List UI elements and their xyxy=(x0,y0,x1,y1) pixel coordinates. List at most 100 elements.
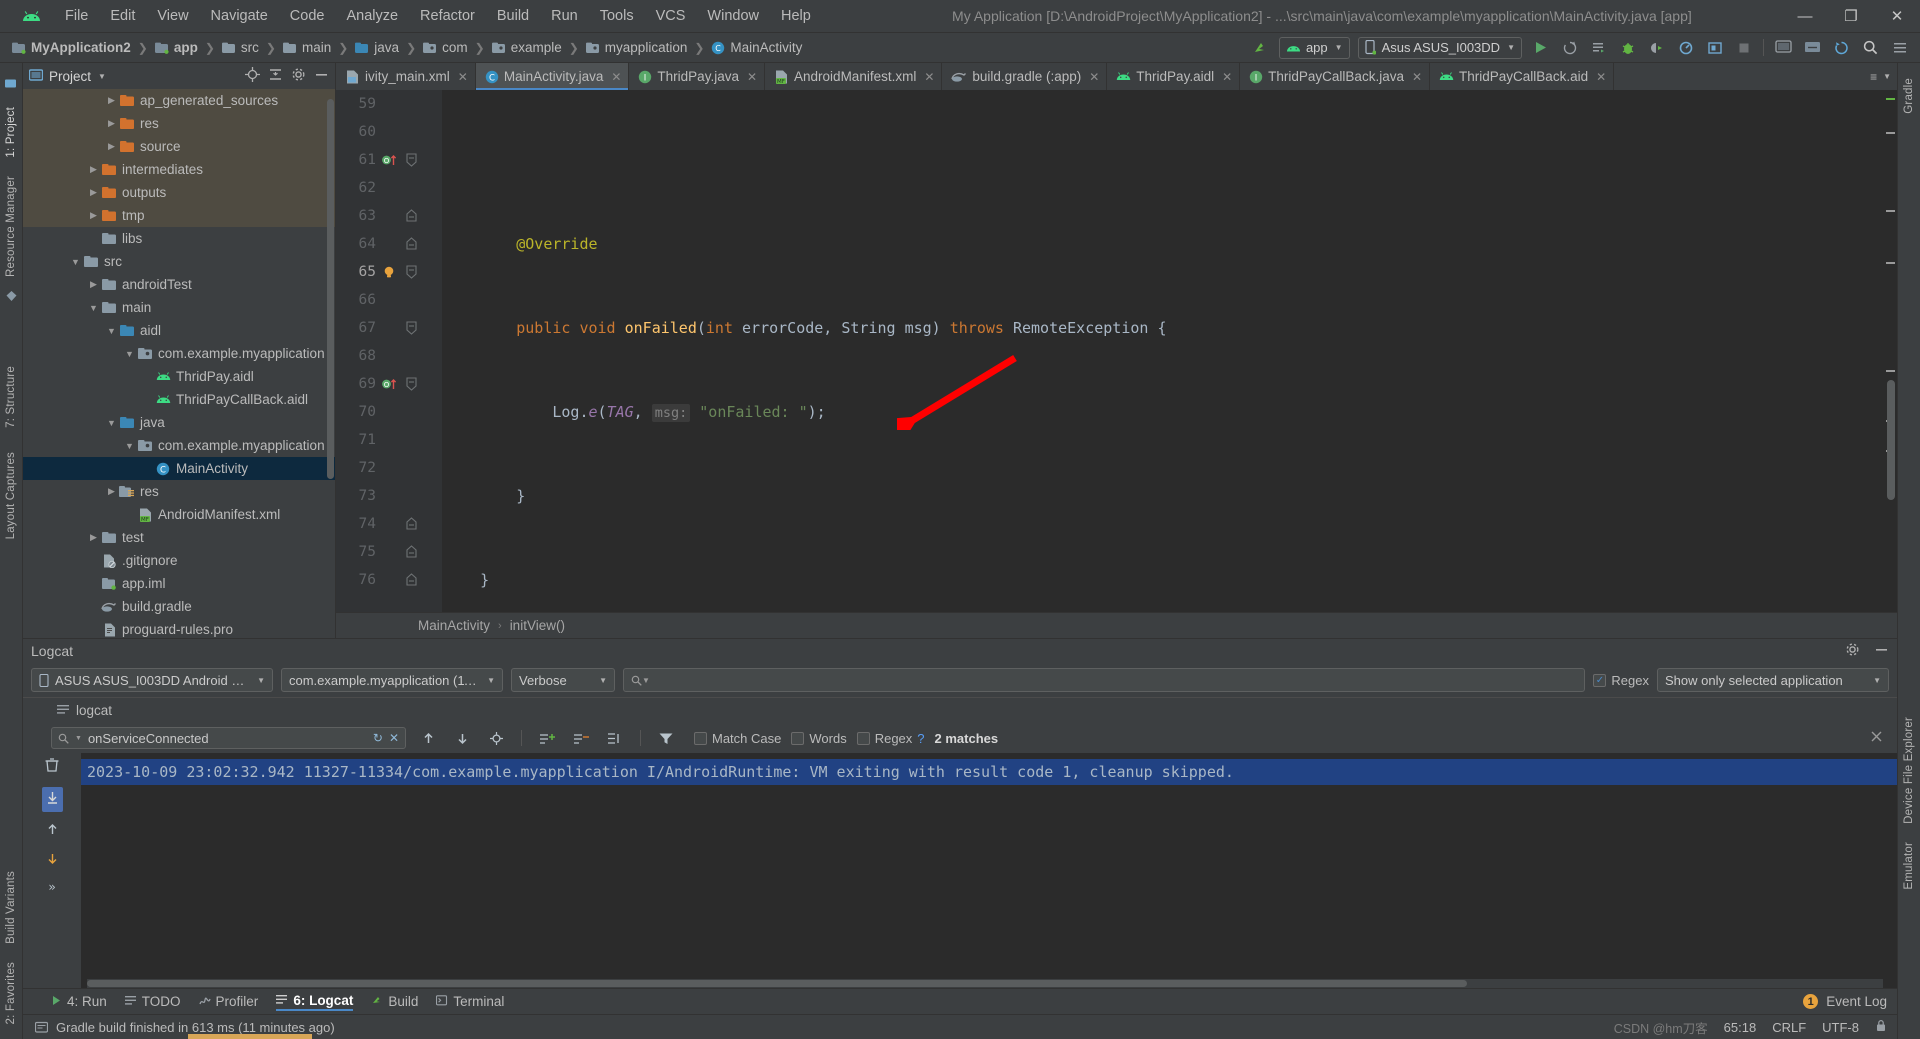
menu-vcs[interactable]: VCS xyxy=(645,5,697,27)
breadcrumb-item-mainactivity[interactable]: C MainActivity xyxy=(711,40,802,55)
tree-row-com-example-myapplication[interactable]: ▼ com.example.myapplication xyxy=(23,434,335,457)
chevron-down-icon[interactable]: ▼ xyxy=(1883,72,1891,81)
rail-tab-resource-manager[interactable]: Resource Manager xyxy=(5,176,17,277)
minimize-button[interactable]: — xyxy=(1782,0,1828,33)
find-history-icon[interactable]: ↻ xyxy=(373,731,383,745)
chevron-down-icon[interactable]: ▼ xyxy=(123,441,136,451)
tree-row-res[interactable]: ▶ res xyxy=(23,480,335,503)
apply-code-changes-icon[interactable] xyxy=(1585,35,1612,61)
logcat-level-select[interactable]: Verbose ▼ xyxy=(511,668,615,692)
match-case-checkbox[interactable]: Match Case xyxy=(694,731,781,746)
tree-row-intermediates[interactable]: ▶ intermediates xyxy=(23,158,335,181)
breadcrumb-item-src[interactable]: src xyxy=(221,40,259,55)
chevron-down-icon[interactable]: ▼ xyxy=(69,257,82,267)
tree-row-androidtest[interactable]: ▶ androidTest xyxy=(23,273,335,296)
logcat-regex-checkbox[interactable]: ✓ Regex xyxy=(1593,673,1649,688)
logcat-search-input[interactable]: ▼ xyxy=(623,668,1586,692)
chevron-down-icon[interactable]: ▼ xyxy=(123,349,136,359)
logcat-up-icon[interactable] xyxy=(45,822,60,841)
rail-tab-project[interactable]: 1: Project xyxy=(5,107,17,158)
editor-vertical-scrollbar[interactable] xyxy=(1884,90,1897,612)
menu-file[interactable]: File xyxy=(54,5,99,27)
logcat-process-select[interactable]: com.example.myapplication (1132 ▼ xyxy=(281,668,503,692)
editor-gutter[interactable]: 59 60 61 O 62 63 64 65 66 67 68 69 O 70 71 72 73 74 75 76 xyxy=(336,90,442,612)
chevron-right-icon[interactable]: ▶ xyxy=(87,279,100,290)
chevron-right-icon[interactable]: ▶ xyxy=(87,187,100,198)
editor-tab-thridpay-aidl[interactable]: ThridPay.aidl ✕ xyxy=(1107,63,1241,90)
project-tree-scroll-thumb[interactable] xyxy=(327,99,334,479)
project-tree-scrollbar[interactable] xyxy=(326,89,335,638)
remove-line-icon[interactable] xyxy=(569,726,593,750)
bottom-tab-run[interactable]: 4: Run xyxy=(51,994,107,1009)
tree-row-test[interactable]: ▶ test xyxy=(23,526,335,549)
bottom-tab-terminal[interactable]: Terminal xyxy=(436,994,504,1009)
search-everywhere-icon[interactable] xyxy=(1857,35,1884,61)
bottom-tab-build[interactable]: Build xyxy=(371,994,418,1009)
close-icon[interactable]: ✕ xyxy=(611,70,621,84)
apply-changes-and-restart-icon[interactable] xyxy=(1556,35,1583,61)
code-text[interactable]: @Override public void onFailed(int error… xyxy=(442,90,1884,612)
device-selector[interactable]: Asus ASUS_I003DD ▼ xyxy=(1357,36,1522,59)
find-next-icon[interactable] xyxy=(450,726,474,750)
gutter-line-68[interactable]: 68 xyxy=(336,342,442,370)
gutter-line-63[interactable]: 63 xyxy=(336,202,442,230)
lock-icon[interactable] xyxy=(1875,1019,1887,1035)
override-impl-icon[interactable]: O xyxy=(378,376,400,392)
gutter-line-76[interactable]: 76 xyxy=(336,566,442,594)
maximize-restore-button[interactable]: ❐ xyxy=(1828,0,1874,33)
menu-edit[interactable]: Edit xyxy=(99,5,146,27)
editor-tab-ivity-main-xml[interactable]: ivity_main.xml ✕ xyxy=(336,63,476,90)
fold-marker-icon[interactable] xyxy=(400,517,422,531)
rail-tab-emulator[interactable]: Emulator xyxy=(1903,842,1915,890)
chevron-right-icon[interactable]: ▶ xyxy=(87,532,100,543)
fold-marker-icon[interactable] xyxy=(400,237,422,251)
code-editor[interactable]: 59 60 61 O 62 63 64 65 66 67 68 69 O 70 71 72 73 74 75 76 @… xyxy=(336,90,1897,612)
logcat-filter-select[interactable]: Show only selected application ▼ xyxy=(1657,668,1889,692)
fold-marker-icon[interactable] xyxy=(400,209,422,223)
menu-view[interactable]: View xyxy=(146,5,199,27)
sync-gradle-icon[interactable] xyxy=(1828,35,1855,61)
find-close-icon[interactable] xyxy=(1870,730,1897,746)
collapse-all-icon[interactable] xyxy=(268,67,283,85)
tree-row-libs[interactable]: libs xyxy=(23,227,335,250)
project-tree[interactable]: ▶ ap_generated_sources ▶ res ▶ source ▶ interme… xyxy=(23,89,335,638)
breadcrumb-item-myapplication[interactable]: myapplication xyxy=(585,40,687,55)
tree-row-com-example-myapplication[interactable]: ▼ com.example.myapplication xyxy=(23,342,335,365)
logcat-hide-icon[interactable] xyxy=(1874,642,1889,660)
sdk-manager-icon[interactable] xyxy=(1799,35,1826,61)
chevron-down-icon[interactable]: ▼ xyxy=(105,326,118,336)
chevron-right-icon[interactable]: ▶ xyxy=(87,164,100,175)
hide-panel-icon[interactable] xyxy=(314,67,329,85)
line-separator[interactable]: CRLF xyxy=(1772,1020,1806,1035)
gutter-line-72[interactable]: 72 xyxy=(336,454,442,482)
find-previous-icon[interactable] xyxy=(416,726,440,750)
breadcrumb-item-myapplication2[interactable]: MyApplication2 xyxy=(12,40,131,55)
menu-code[interactable]: Code xyxy=(279,5,336,27)
select-opened-file-icon[interactable] xyxy=(245,67,260,85)
fold-marker-icon[interactable] xyxy=(400,545,422,559)
menu-run[interactable]: Run xyxy=(540,5,589,27)
find-clear-icon[interactable]: ✕ xyxy=(389,731,399,745)
intention-bulb-icon[interactable] xyxy=(378,265,400,280)
fold-marker-icon[interactable] xyxy=(400,573,422,587)
tree-row-gitignore[interactable]: .gitignore xyxy=(23,549,335,572)
breadcrumb-item-com[interactable]: com xyxy=(423,40,468,55)
logcat-expand-icon[interactable]: » xyxy=(48,880,55,894)
gutter-line-70[interactable]: 70 xyxy=(336,398,442,426)
gutter-line-66[interactable]: 66 xyxy=(336,286,442,314)
tree-row-source[interactable]: ▶ source xyxy=(23,135,335,158)
editor-tab-build-gradle-app[interactable]: build.gradle (:app) ✕ xyxy=(942,63,1108,90)
close-icon[interactable]: ✕ xyxy=(747,70,757,84)
make-project-icon[interactable] xyxy=(1247,35,1274,61)
run-button[interactable] xyxy=(1527,35,1554,61)
rail-tab-favorites[interactable]: 2: Favorites xyxy=(5,962,17,1024)
gutter-line-60[interactable]: 60 xyxy=(336,118,442,146)
rail-tab-structure[interactable]: 7: Structure xyxy=(5,366,17,428)
tab-list-icon[interactable]: ≡ xyxy=(1870,70,1877,84)
stop-button[interactable] xyxy=(1730,35,1757,61)
logcat-scroll-end-icon[interactable] xyxy=(41,787,63,812)
tree-row-aidl[interactable]: ▼ aidl xyxy=(23,319,335,342)
chevron-down-icon[interactable]: ▼ xyxy=(642,676,650,685)
more-toolbar-icon[interactable] xyxy=(1886,35,1913,61)
fold-marker-icon[interactable] xyxy=(400,377,422,391)
